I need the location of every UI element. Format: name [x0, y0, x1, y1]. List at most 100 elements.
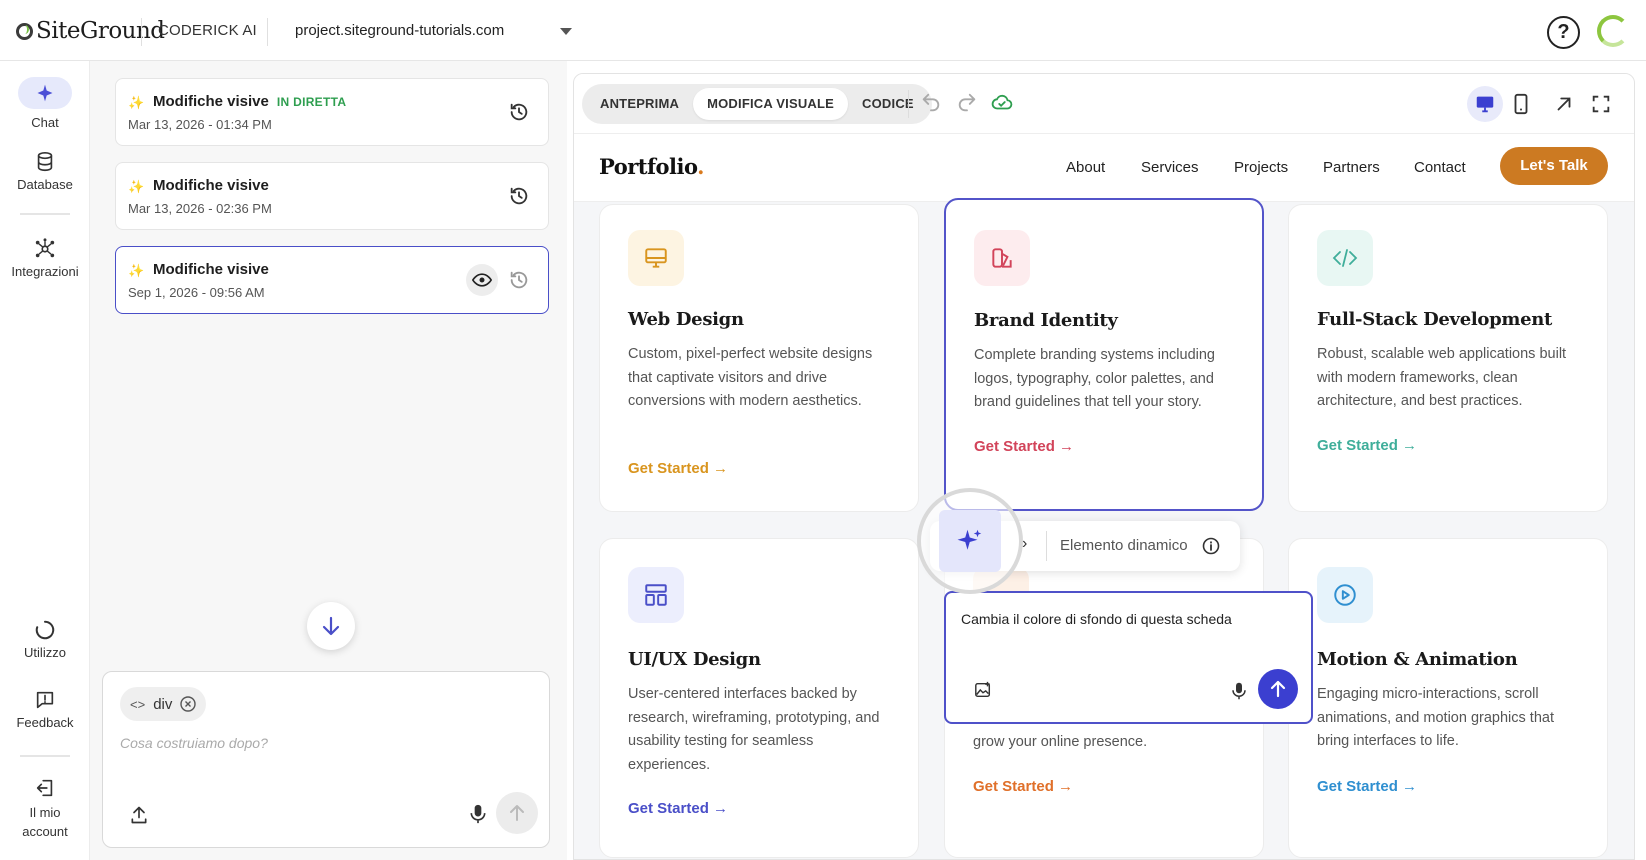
rail-item-label: Database — [17, 177, 73, 192]
nav-contact[interactable]: Contact — [1414, 159, 1466, 176]
magic-wand-icon: ✨ — [128, 95, 145, 110]
card-title: Motion & Animation — [1317, 649, 1518, 670]
scroll-down-button[interactable] — [307, 602, 355, 650]
eye-icon[interactable] — [466, 264, 498, 296]
get-started-link[interactable]: Get Started → — [973, 778, 1073, 795]
redo-icon[interactable] — [956, 92, 978, 114]
desktop-icon[interactable] — [1474, 93, 1496, 115]
divider — [1046, 531, 1047, 561]
lets-talk-button[interactable]: Let's Talk — [1500, 147, 1608, 185]
sparkle-icon — [939, 510, 1001, 572]
microphone-icon[interactable] — [468, 803, 488, 825]
logout-icon — [36, 779, 53, 797]
restore-icon[interactable] — [508, 101, 530, 123]
card-description: Complete branding systems including logo… — [974, 347, 1215, 410]
domain-selector[interactable]: project.siteground-tutorials.com — [295, 22, 504, 39]
tab-visual-edit[interactable]: MODIFICA VISUALE — [693, 88, 849, 120]
card-title: Full-Stack Development — [1317, 309, 1553, 330]
nav-partners[interactable]: Partners — [1323, 159, 1380, 176]
get-started-link[interactable]: Get Started → — [628, 800, 728, 817]
fullscreen-icon[interactable] — [1590, 93, 1612, 115]
card-description: Engaging micro-interactions, scroll anim… — [1317, 686, 1554, 749]
site-brand[interactable]: Portfolio. — [599, 154, 704, 179]
rail-item-chat[interactable]: Chat — [0, 77, 90, 130]
divider — [20, 755, 70, 757]
rail-item-usage[interactable]: Utilizzo — [0, 619, 90, 660]
get-started-link[interactable]: Get Started → — [1317, 437, 1417, 454]
magic-wand-icon: ✨ — [128, 179, 145, 194]
chat-input[interactable]: Cosa costruiamo dopo? — [120, 735, 268, 751]
status-spinner-icon — [1597, 15, 1629, 47]
database-icon — [37, 152, 53, 172]
get-started-link[interactable]: Get Started → — [628, 460, 728, 477]
card-description: Robust, scalable web applications built … — [1317, 346, 1567, 409]
divider — [141, 18, 142, 46]
history-item-title-row: Modifiche visive IN DIRETTA — [153, 93, 346, 110]
history-panel: ✨ Modifiche visive IN DIRETTA Mar 13, 202… — [90, 61, 567, 860]
get-started-link[interactable]: Get Started → — [1317, 778, 1417, 795]
service-card-ui-ux[interactable]: UI/UX Design User-centered interfaces ba… — [599, 538, 919, 858]
brand-text: Portfolio — [599, 154, 698, 179]
layout-icon — [628, 567, 684, 623]
open-external-icon[interactable] — [1553, 93, 1575, 115]
code-icon: <> — [130, 696, 146, 712]
rail-item-label: Chat — [31, 115, 59, 130]
rail-item-feedback[interactable]: Feedback — [0, 689, 90, 730]
usage-icon — [35, 620, 55, 640]
card-description: Custom, pixel-perfect website designs th… — [628, 346, 873, 409]
history-item-title: Modifiche visive — [153, 261, 269, 278]
siteground-logo[interactable]: SiteGround — [16, 18, 165, 44]
undo-icon[interactable] — [920, 92, 942, 114]
chevron-down-icon[interactable] — [560, 28, 572, 35]
divider — [267, 18, 268, 46]
cloud-saved-icon[interactable] — [991, 92, 1013, 114]
nav-projects[interactable]: Projects — [1234, 159, 1288, 176]
nav-services[interactable]: Services — [1141, 159, 1199, 176]
sparkle-icon — [18, 77, 72, 109]
service-card-full-stack[interactable]: Full-Stack Development Robust, scalable … — [1288, 204, 1608, 512]
tab-preview[interactable]: ANTEPRIMA — [586, 88, 693, 120]
service-card-brand-identity[interactable]: Brand Identity Complete branding systems… — [944, 198, 1264, 511]
restore-icon[interactable] — [508, 269, 530, 291]
arrow-up-icon — [510, 805, 524, 821]
restore-icon[interactable] — [508, 185, 530, 207]
card-description: User-centered interfaces backed by resea… — [628, 686, 880, 773]
info-icon[interactable] — [1202, 537, 1220, 555]
upload-icon[interactable] — [129, 805, 149, 825]
send-button[interactable] — [496, 792, 538, 834]
help-icon[interactable]: ? — [1547, 16, 1580, 49]
chat-composer: <> div Cosa costruiamo dopo? — [102, 671, 550, 848]
selected-element-chip[interactable]: <> div — [120, 687, 207, 721]
tab-code[interactable]: CODICE — [848, 88, 928, 120]
integrations-icon — [35, 238, 55, 258]
play-icon — [1317, 567, 1373, 623]
rail-item-integrations[interactable]: Integrazioni — [0, 238, 90, 279]
remove-chip-icon[interactable] — [180, 696, 197, 712]
ai-edit-button[interactable] — [917, 488, 1023, 594]
service-card-web-design[interactable]: Web Design Custom, pixel-perfect website… — [599, 204, 919, 512]
submit-prompt-button[interactable] — [1258, 669, 1298, 709]
rail-item-account[interactable]: Il mio account — [0, 777, 90, 841]
rail-item-label: Il mio account — [22, 805, 68, 839]
service-card-motion[interactable]: Motion & Animation Engaging micro-intera… — [1288, 538, 1608, 858]
history-item-date: Mar 13, 2026 - 02:36 PM — [128, 201, 272, 216]
element-type-label: Elemento dinamico — [1060, 537, 1188, 554]
top-bar: SiteGround CODERICK AI project.sitegroun… — [0, 0, 1646, 61]
nav-about[interactable]: About — [1066, 159, 1105, 176]
palette-icon — [974, 230, 1030, 286]
rail-item-database[interactable]: Database — [0, 151, 90, 192]
add-image-icon[interactable] — [974, 681, 992, 699]
preview-toolbar: ANTEPRIMA MODIFICA VISUALE CODICE — [574, 74, 1634, 134]
code-icon — [1317, 230, 1373, 286]
get-started-link[interactable]: Get Started → — [974, 438, 1074, 455]
monitor-icon — [628, 230, 684, 286]
card-title: Brand Identity — [974, 310, 1118, 331]
history-item[interactable]: ✨ Modifiche visive Mar 13, 2026 - 02:36 … — [115, 162, 549, 230]
rail-item-label: Integrazioni — [11, 264, 79, 279]
mobile-icon[interactable] — [1510, 93, 1532, 115]
history-item[interactable]: ✨ Modifiche visive IN DIRETTA Mar 13, 202… — [115, 78, 549, 146]
microphone-icon[interactable] — [1230, 681, 1248, 701]
history-item-selected[interactable]: ✨ Modifiche visive Sep 1, 2026 - 09:56 A… — [115, 246, 549, 314]
history-item-title: Modifiche visive — [153, 177, 269, 194]
ai-prompt-input[interactable]: Cambia il colore di sfondo di questa sch… — [961, 611, 1232, 627]
